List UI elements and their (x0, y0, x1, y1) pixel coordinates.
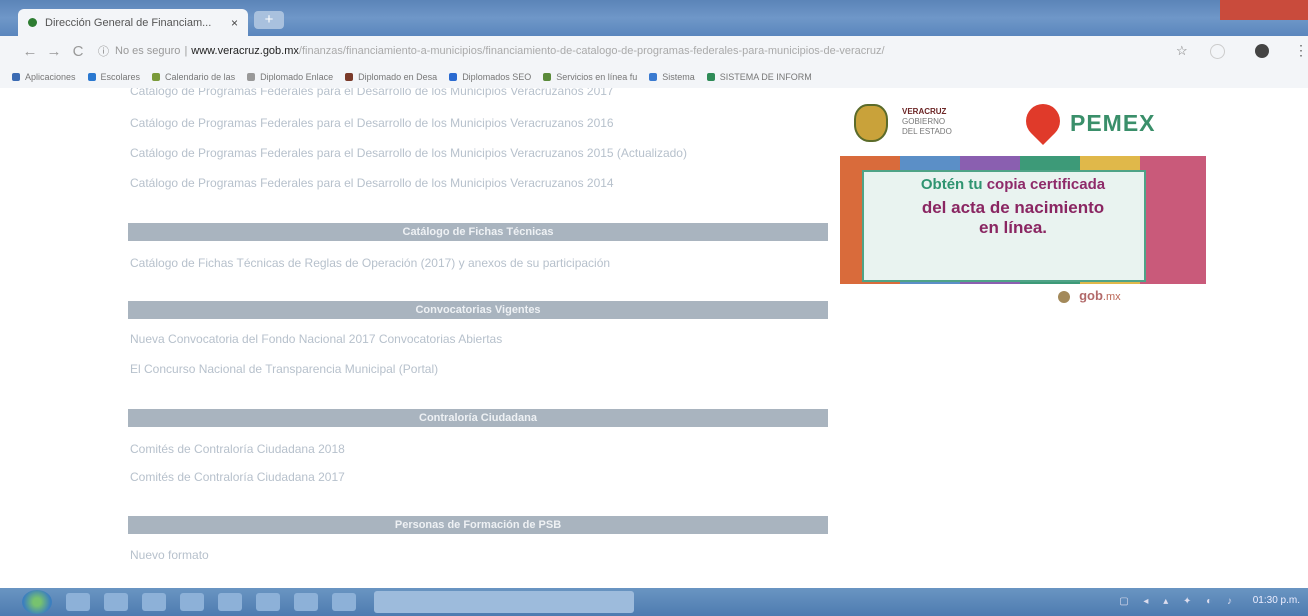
reload-icon[interactable]: C (66, 43, 90, 60)
browser-titlebar: Dirección General de Financiam... × + (0, 0, 1308, 36)
taskbar-app-icon[interactable] (180, 593, 204, 611)
veracruz-logo-text: VERACRUZ GOBIERNO DEL ESTADO (902, 107, 952, 137)
banner-line-2: del acta de nacimiento (921, 198, 1105, 217)
apps-icon (12, 73, 20, 81)
bookmark-label: Diplomado en Desa (358, 72, 438, 82)
forward-icon[interactable]: → (42, 43, 66, 60)
info-system-icon (706, 73, 715, 81)
contraloria-link[interactable]: Comités de Contraloría Ciudadana 2018 (130, 442, 345, 456)
bookmark-label: Diplomados SEO (462, 72, 532, 82)
bookmark-label: Escolares (100, 72, 141, 82)
veracruz-logo-line: GOBIERNO (902, 117, 946, 126)
bookmark-label: Diplomado Enlace (260, 72, 334, 82)
security-status: No es seguro (115, 45, 181, 57)
taskbar-app-icon[interactable] (332, 593, 356, 611)
section-header-fichas: Catálogo de Fichas Técnicas (128, 223, 828, 241)
taskbar-app-icon[interactable] (218, 593, 242, 611)
seo-icon (449, 73, 458, 81)
window-controls[interactable] (1220, 0, 1308, 20)
url-input[interactable]: ⓘ No es seguro | www.veracruz.gob.mx /fi… (98, 40, 1108, 62)
new-tab-button[interactable]: + (254, 11, 284, 29)
program-link-2017[interactable]: Catálogo de Programas Federales para el … (130, 88, 614, 98)
address-bar: ← → C ⓘ No es seguro | www.veracruz.gob.… (0, 36, 1308, 66)
mini-seal-icon (1058, 291, 1070, 304)
bookmark-star-icon[interactable]: ☆ (1176, 43, 1188, 59)
banner-line-1: Obtén tu copia certificada (878, 176, 1148, 193)
acta-nacimiento-banner[interactable]: Obtén tu copia certificada del acta de n… (840, 156, 1206, 284)
system-tray-icons[interactable]: ▢ ◂ ▴ ✦ ◐ ♪ (1119, 596, 1238, 607)
section-header-convocatorias: Convocatorias Vigentes (128, 301, 828, 319)
bookmark-label: Calendario de las (165, 72, 236, 82)
browser-menu-icon[interactable]: ⋮ (1294, 42, 1308, 59)
program-link[interactable]: Catálogo de Programas Federales para el … (130, 146, 687, 160)
veracruz-logo-line: DEL ESTADO (902, 127, 952, 136)
favicon-icon (28, 18, 37, 27)
taskbar-active-window[interactable] (374, 591, 634, 613)
taskbar-app-icon[interactable] (142, 593, 166, 611)
gob-logo-suffix: .mx (1102, 291, 1121, 303)
program-link[interactable]: Catálogo de Programas Federales para el … (130, 116, 614, 130)
extension-icon[interactable] (1210, 44, 1225, 59)
gob-logo: gob (1079, 288, 1103, 303)
start-button-icon[interactable] (22, 590, 52, 614)
calendar-icon (152, 73, 161, 81)
veracruz-seal-icon (854, 104, 888, 142)
bookmark-label: Servicios en línea fu (556, 72, 638, 82)
back-icon[interactable]: ← (18, 43, 42, 60)
program-link[interactable]: Catálogo de Programas Federales para el … (130, 176, 614, 190)
taskbar-clock[interactable]: 01:30 p.m. (1253, 595, 1300, 606)
formato-link[interactable]: Nuevo formato (130, 548, 209, 562)
convocatoria-link[interactable]: Nueva Convocatoria del Fondo Nacional 20… (130, 332, 502, 346)
profile-avatar[interactable] (1255, 44, 1269, 58)
banner-line-1-a: Obtén tu (920, 176, 983, 193)
fichas-link[interactable]: Catálogo de Fichas Técnicas de Reglas de… (130, 256, 610, 270)
folder-icon (247, 73, 256, 81)
section-header-ferti: Personas de Formación de PSB (128, 516, 828, 534)
os-taskbar: ▢ ◂ ▴ ✦ ◐ ♪ 01:30 p.m. (0, 588, 1308, 616)
contraloria-link[interactable]: Comités de Contraloría Ciudadana 2017 (130, 470, 345, 484)
convocatoria-link[interactable]: El Concurso Nacional de Transparencia Mu… (130, 362, 438, 376)
bookmark-item[interactable]: Calendario de las (152, 72, 235, 82)
browser-tab[interactable]: Dirección General de Financiam... × (18, 9, 248, 36)
system-icon (649, 73, 658, 81)
bookmark-label: SISTEMA DE INFORM (719, 72, 812, 82)
banner-line-3: en línea. (978, 218, 1048, 237)
veracruz-logo-line: VERACRUZ (902, 107, 947, 116)
partner-logos: VERACRUZ GOBIERNO DEL ESTADO PEMEX (840, 96, 1206, 146)
bookmark-item[interactable]: SISTEMA DE INFORM (706, 72, 812, 82)
bookmark-item[interactable]: Aplicaciones (12, 72, 76, 82)
taskbar-app-icon[interactable] (66, 593, 90, 611)
pemex-logo: PEMEX (1070, 110, 1156, 136)
banner-footer-logos: gob.mx (1058, 288, 1121, 304)
taskbar-app-icon[interactable] (256, 593, 280, 611)
bookmark-item[interactable]: Escolares (87, 72, 141, 82)
bookmark-item[interactable]: Servicios en línea fu (543, 72, 637, 82)
bookmark-item[interactable]: Diplomado Enlace (247, 72, 333, 82)
bookmark-item[interactable]: Diplomados SEO (449, 72, 531, 82)
taskbar-app-icon[interactable] (294, 593, 318, 611)
bookmark-item[interactable]: Diplomado en Desa (345, 72, 437, 82)
bookmarks-bar: Aplicaciones Escolares Calendario de las Di… (0, 66, 1308, 89)
url-domain: www.veracruz.gob.mx (191, 45, 299, 57)
page-content: Catálogo de Programas Federales para el … (0, 88, 1308, 588)
bookmark-label: Sistema (662, 72, 695, 82)
bookmark-label: Aplicaciones (25, 72, 76, 82)
banner-line-1-b: copia certificada (982, 176, 1106, 193)
services-icon (543, 73, 552, 81)
tab-close-icon[interactable]: × (231, 16, 238, 30)
url-separator: | (184, 45, 188, 57)
bookmark-item[interactable]: Sistema (649, 72, 695, 82)
diploma-icon (345, 73, 354, 81)
tab-title: Dirección General de Financiam... (45, 16, 212, 29)
url-path: /finanzas/financiamiento-a-municipios/fi… (298, 45, 885, 57)
section-header-contraloria: Contraloría Ciudadana (128, 409, 828, 427)
taskbar-app-icon[interactable] (104, 593, 128, 611)
pemex-logo-icon (1018, 96, 1068, 146)
info-icon[interactable]: ⓘ (98, 43, 109, 59)
bookmark-icon (87, 73, 96, 81)
